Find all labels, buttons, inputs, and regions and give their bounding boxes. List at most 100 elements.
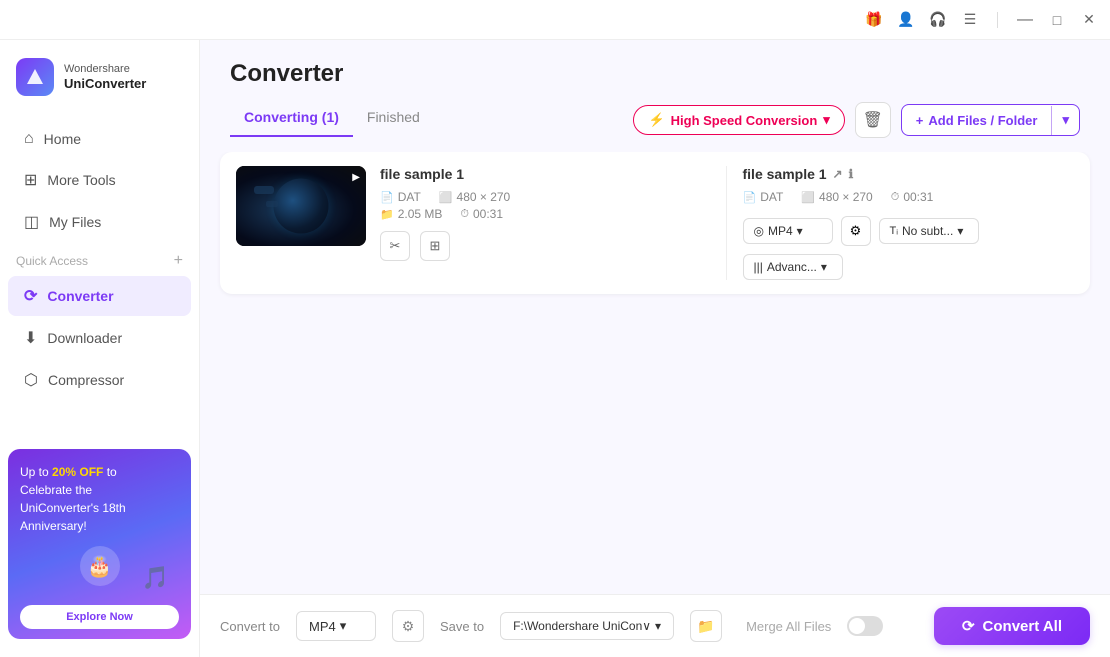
tab-finished[interactable]: Finished xyxy=(353,103,434,137)
menu-icon[interactable]: ☰ xyxy=(961,11,979,29)
file-thumbnail: ▶ xyxy=(236,166,366,246)
cut-button[interactable]: ✂ xyxy=(380,231,410,261)
minimize-button[interactable]: — xyxy=(1016,11,1034,29)
bottom-settings-icon: ⚙ xyxy=(402,618,415,635)
high-speed-arrow-icon: ▾ xyxy=(823,112,830,128)
lightning-icon: ⚡ xyxy=(648,112,664,128)
gift-icon[interactable]: 🎁 xyxy=(865,11,883,29)
output-format: DAT xyxy=(760,190,783,204)
tab-finished-label: Finished xyxy=(367,109,420,125)
bottom-settings-button[interactable]: ⚙ xyxy=(392,610,424,642)
convert-all-label: Convert All xyxy=(983,618,1062,635)
plus-icon: + xyxy=(916,113,924,128)
output-resolution: 480 × 270 xyxy=(819,190,873,204)
add-files-button[interactable]: + Add Files / Folder ▾ xyxy=(901,104,1080,136)
output-format-select[interactable]: ◎ MP4 ▾ xyxy=(743,218,833,244)
output-file-name-row: file sample 1 ↗ ℹ xyxy=(743,166,1075,182)
output-clock-icon: ⏱ xyxy=(891,191,900,204)
save-to-label: Save to xyxy=(440,619,484,634)
explore-now-button[interactable]: Explore Now xyxy=(20,605,179,629)
compressor-icon: ⬡ xyxy=(24,370,38,390)
headset-icon[interactable]: 🎧 xyxy=(929,11,947,29)
quick-access-label: Quick Access xyxy=(16,254,88,268)
tabs-row: Converting (1) Finished ⚡ High Speed Con… xyxy=(230,102,1080,138)
sidebar-item-home-label: Home xyxy=(44,131,81,147)
play-icon: ▶ xyxy=(352,172,360,183)
quick-access: Quick Access + xyxy=(0,244,199,274)
main-content: Converter Converting (1) Finished ⚡ High… xyxy=(200,40,1110,657)
sidebar-item-more-tools-label: More Tools xyxy=(47,172,115,188)
sidebar-item-converter[interactable]: ⟳ Converter xyxy=(8,276,191,316)
folder-icon: 📁 xyxy=(380,208,394,221)
source-size: 2.05 MB xyxy=(398,207,443,221)
source-resolution: 480 × 270 xyxy=(457,190,511,204)
resolution-icon: ⬜ xyxy=(439,191,453,204)
user-icon[interactable]: 👤 xyxy=(897,11,915,29)
source-format: DAT xyxy=(398,190,421,204)
source-duration-item: ⏱ 00:31 xyxy=(460,207,503,221)
add-files-chevron-icon: ▾ xyxy=(1062,112,1069,128)
merge-all-files-toggle[interactable] xyxy=(847,616,883,636)
sidebar-item-my-files[interactable]: ◫ My Files xyxy=(8,202,191,242)
bottom-bar: Convert to MP4 ▾ ⚙ Save to F:\Wondershar… xyxy=(200,594,1110,657)
quick-access-add-button[interactable]: + xyxy=(174,252,183,270)
output-format-value: MP4 xyxy=(768,224,793,238)
sidebar-item-downloader[interactable]: ⬇ Downloader xyxy=(8,318,191,358)
bottom-format-select[interactable]: MP4 ▾ xyxy=(296,611,376,641)
add-files-label: Add Files / Folder xyxy=(928,113,1037,128)
tab-converting[interactable]: Converting (1) xyxy=(230,103,353,137)
convert-all-button[interactable]: ⟳ Convert All xyxy=(934,607,1090,645)
page-title: Converter xyxy=(230,60,1080,88)
logo-icon xyxy=(16,58,54,96)
add-files-dropdown-button[interactable]: ▾ xyxy=(1052,105,1079,135)
source-meta-row-1: 📄 DAT ⬜ 480 × 270 xyxy=(380,190,712,204)
sidebar-item-home[interactable]: ⌂ Home xyxy=(8,120,191,158)
advanced-bars-icon: ||| xyxy=(754,260,763,274)
output-duration: 00:31 xyxy=(903,190,933,204)
info-icon[interactable]: ℹ xyxy=(849,167,854,181)
source-format-item: 📄 DAT xyxy=(380,190,421,204)
subtitle-arrow-icon: ▾ xyxy=(957,224,963,238)
tabs: Converting (1) Finished xyxy=(230,103,434,137)
sidebar-item-compressor[interactable]: ⬡ Compressor xyxy=(8,360,191,400)
maximize-button[interactable]: □ xyxy=(1048,11,1066,29)
sidebar-item-downloader-label: Downloader xyxy=(47,330,122,346)
close-button[interactable]: ✕ xyxy=(1080,11,1098,29)
sidebar-item-converter-label: Converter xyxy=(47,288,113,304)
subtitle-select[interactable]: Tᵢ No subt... ▾ xyxy=(879,218,979,244)
more-tools-icon: ⊞ xyxy=(24,170,37,190)
sidebar-item-my-files-label: My Files xyxy=(49,214,101,230)
tabs-actions: ⚡ High Speed Conversion ▾ 🗑 + Add Files … xyxy=(633,102,1080,138)
open-file-icon[interactable]: ↗ xyxy=(833,167,843,181)
output-file-info: file sample 1 ↗ ℹ 📄 DAT ⬜ 480 × 270 xyxy=(726,166,1075,280)
browse-folder-button[interactable]: 📁 xyxy=(690,610,722,642)
output-file-name: file sample 1 xyxy=(743,166,827,182)
delete-icon: 🗑 xyxy=(863,110,883,130)
advanced-select[interactable]: ||| Advanc... ▾ xyxy=(743,254,843,280)
add-files-main[interactable]: + Add Files / Folder xyxy=(902,106,1053,135)
save-path-value: F:\Wondershare UniCon∨ xyxy=(513,619,651,633)
save-path-select[interactable]: F:\Wondershare UniCon∨ ▾ xyxy=(500,612,674,640)
output-file-type-icon: 📄 xyxy=(743,191,757,204)
tab-converting-label: Converting (1) xyxy=(244,109,339,125)
delete-button[interactable]: 🗑 xyxy=(855,102,891,138)
sidebar-ad: Up to 20% OFF to Celebrate the UniConver… xyxy=(8,449,191,639)
advanced-arrow-icon: ▾ xyxy=(821,260,827,274)
folder-browse-icon: 📁 xyxy=(697,618,714,635)
merge-button[interactable]: ⊞ xyxy=(420,231,450,261)
file-type-icon: 📄 xyxy=(380,191,394,204)
high-speed-conversion-button[interactable]: ⚡ High Speed Conversion ▾ xyxy=(633,105,844,135)
logo-text: Wondershare UniConverter xyxy=(64,63,146,92)
ad-discount: 20% OFF xyxy=(52,465,103,479)
source-file-actions: ✂ ⊞ xyxy=(380,231,712,261)
convert-to-label: Convert to xyxy=(220,619,280,634)
output-duration-item: ⏱ 00:31 xyxy=(891,190,934,204)
file-area: ▶ file sample 1 📄 DAT ⬜ 480 xyxy=(200,152,1110,594)
format-dropdown-icon: ▾ xyxy=(797,224,803,238)
advanced-label: Advanc... xyxy=(767,260,817,274)
source-file-info: file sample 1 📄 DAT ⬜ 480 × 270 xyxy=(380,166,712,261)
output-format-item: 📄 DAT xyxy=(743,190,784,204)
downloader-icon: ⬇ xyxy=(24,328,37,348)
conversion-settings-button[interactable]: ⚙ xyxy=(841,216,871,246)
sidebar-item-more-tools[interactable]: ⊞ More Tools xyxy=(8,160,191,200)
